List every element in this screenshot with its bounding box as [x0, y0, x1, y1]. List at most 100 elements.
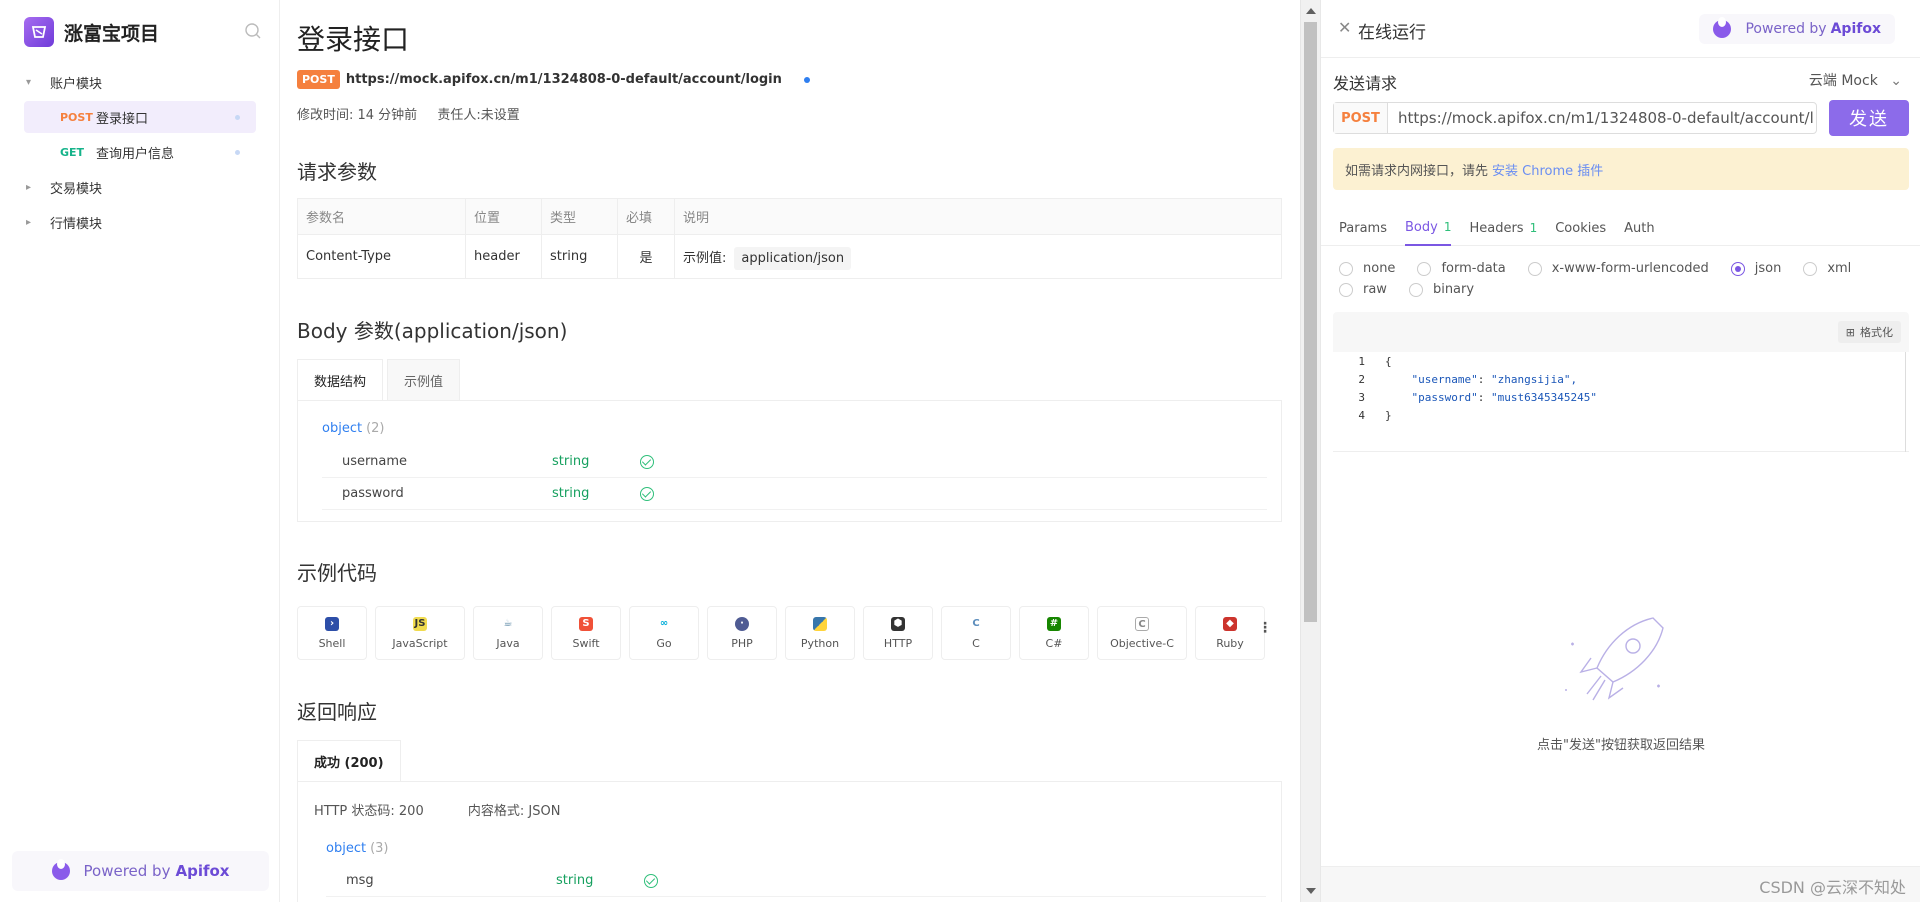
lang-shell[interactable]: › Shell: [297, 606, 367, 660]
powered-brand: Apifox: [1830, 21, 1881, 37]
python-icon: [813, 616, 827, 631]
search-icon[interactable]: [244, 22, 264, 42]
folder-account[interactable]: ▾ 账户模块: [0, 66, 102, 98]
lang-python[interactable]: Python: [785, 606, 855, 660]
environment-select[interactable]: 云端 Mock ⌄: [1809, 70, 1902, 90]
tab-success-200[interactable]: 成功 (200): [297, 740, 401, 782]
lang-http[interactable]: ⬢ HTTP: [863, 606, 933, 660]
tab-body[interactable]: Body 1: [1404, 210, 1452, 246]
radio-circle-icon: [1408, 282, 1423, 297]
object-label: object: [326, 841, 367, 856]
send-button[interactable]: 发送: [1829, 100, 1909, 136]
method-select[interactable]: POST: [1334, 103, 1388, 133]
apifox-logo-icon: [51, 859, 70, 880]
radio-raw[interactable]: raw: [1339, 279, 1387, 300]
radio-none[interactable]: none: [1339, 258, 1395, 279]
code-title: 示例代码: [297, 561, 377, 585]
code-text: "password": "must6345345245": [1411, 390, 1597, 404]
column-header: 说明: [674, 198, 1282, 235]
scroll-thumb[interactable]: [1304, 22, 1317, 622]
tab-auth[interactable]: Auth: [1624, 210, 1654, 246]
folder-market[interactable]: ▸ 行情模块: [0, 206, 102, 238]
tab-cookies[interactable]: Cookies: [1555, 210, 1606, 246]
tab-example[interactable]: 示例值: [387, 359, 461, 401]
radio-circle-icon: [1339, 261, 1353, 276]
lang-swift[interactable]: S Swift: [551, 606, 621, 660]
endpoint-url[interactable]: https://mock.apifox.cn/m1/1324808-0-defa…: [346, 72, 782, 87]
page-title: 登录接口: [297, 23, 410, 56]
format-button[interactable]: ⊞ 格式化: [1837, 321, 1901, 343]
radio-label: none: [1363, 261, 1396, 276]
column-header: 类型: [541, 198, 618, 235]
status-dot: [803, 76, 810, 83]
param-desc: 示例值: application/json: [674, 234, 1282, 279]
lang-go[interactable]: ∞ Go: [629, 606, 699, 660]
run-panel-header: ✕ 在线运行 Powered by Apifox: [1321, 0, 1920, 58]
body-type-radios: none form-data x-www-form-urlencoded jso…: [1339, 258, 1909, 300]
objective-c-icon: C: [1135, 616, 1149, 631]
radio-label: form-data: [1441, 261, 1506, 276]
code-text: {: [1385, 354, 1392, 368]
send-request-label: 发送请求: [1333, 74, 1398, 93]
tab-headers[interactable]: Headers 1: [1469, 210, 1537, 246]
close-icon[interactable]: ✕: [1338, 18, 1351, 37]
method-badge: POST: [60, 110, 93, 124]
scroll-up-icon[interactable]: [1306, 8, 1316, 14]
http-icon: ⬢: [891, 616, 905, 631]
powered-by-apifox[interactable]: Powered by Apifox: [12, 851, 269, 891]
lang-csharp[interactable]: # C#: [1019, 606, 1089, 660]
object-count: (2): [366, 421, 385, 436]
sidebar-item-login[interactable]: POST 登录接口: [24, 101, 256, 133]
request-url-bar: POST https://mock.apifox.cn/m1/1324808-0…: [1333, 102, 1817, 134]
powered-by-apifox[interactable]: Powered by Apifox: [1699, 14, 1895, 44]
lang-label: Java: [496, 636, 520, 650]
request-url-input[interactable]: https://mock.apifox.cn/m1/1324808-0-defa…: [1398, 109, 1813, 127]
folder-trade[interactable]: ▸ 交易模块: [0, 171, 102, 203]
lang-objective-c[interactable]: C Objective-C: [1097, 606, 1187, 660]
lang-php[interactable]: · PHP: [707, 606, 777, 660]
radio-circle-icon: [1339, 282, 1353, 297]
swift-icon: S: [579, 616, 593, 631]
tab-count: 1: [1443, 220, 1452, 234]
radio-json[interactable]: json: [1730, 258, 1781, 279]
params-table: 参数名 位置 类型 必填 说明 Content-Type header stri…: [297, 198, 1282, 279]
sidebar-item-user-info[interactable]: GET 查询用户信息: [24, 136, 256, 168]
tab-label: Params: [1339, 220, 1387, 236]
install-chrome-plugin-link[interactable]: 安装 Chrome 插件: [1492, 160, 1603, 179]
json-body-editor[interactable]: 1 { 2 "username": "zhangsijia", 3 "passw…: [1333, 352, 1909, 452]
empty-result-hint: 点击"发送"按钮获取返回结果: [1537, 738, 1705, 753]
radio-form-data[interactable]: form-data: [1417, 258, 1506, 279]
run-panel-title: 在线运行: [1358, 23, 1426, 43]
field-name: msg: [346, 873, 374, 888]
lang-label: Shell: [318, 636, 346, 650]
radio-circle-icon: [1417, 261, 1432, 276]
chevron-down-icon: ▾: [26, 76, 32, 88]
more-languages-icon[interactable]: ⋮: [1258, 620, 1272, 636]
tab-schema[interactable]: 数据结构: [297, 359, 384, 401]
lang-javascript[interactable]: JS JavaScript: [375, 606, 465, 660]
status-dot: [235, 150, 240, 155]
response-title: 返回响应: [297, 700, 377, 724]
powered-brand: Apifox: [175, 862, 230, 880]
response-object[interactable]: object (3): [326, 841, 388, 856]
csharp-icon: #: [1047, 616, 1061, 631]
param-name: Content-Type: [297, 234, 466, 279]
api-label: 查询用户信息: [96, 146, 175, 162]
radio-xml[interactable]: xml: [1803, 258, 1851, 279]
folder-label: 行情模块: [50, 216, 103, 232]
folder-label: 交易模块: [50, 181, 103, 197]
radio-binary[interactable]: binary: [1408, 279, 1474, 300]
lang-ruby[interactable]: ◆ Ruby: [1195, 606, 1265, 660]
body-tabs: 数据结构 示例值: [297, 359, 464, 401]
lang-c[interactable]: CC: [941, 606, 1011, 660]
scroll-down-icon[interactable]: [1306, 888, 1316, 894]
tab-params[interactable]: Params: [1339, 210, 1387, 246]
column-header: 必填: [617, 198, 675, 235]
lang-label: C: [972, 636, 980, 650]
response-meta: HTTP 状态码: 200 内容格式: JSON: [314, 800, 600, 819]
lang-java[interactable]: ☕ Java: [473, 606, 543, 660]
doc-scrollbar[interactable]: [1300, 0, 1320, 902]
lang-label: PHP: [731, 636, 753, 650]
radio-x-www-form-urlencoded[interactable]: x-www-form-urlencoded: [1527, 258, 1709, 279]
schema-object[interactable]: object (2): [322, 421, 384, 436]
